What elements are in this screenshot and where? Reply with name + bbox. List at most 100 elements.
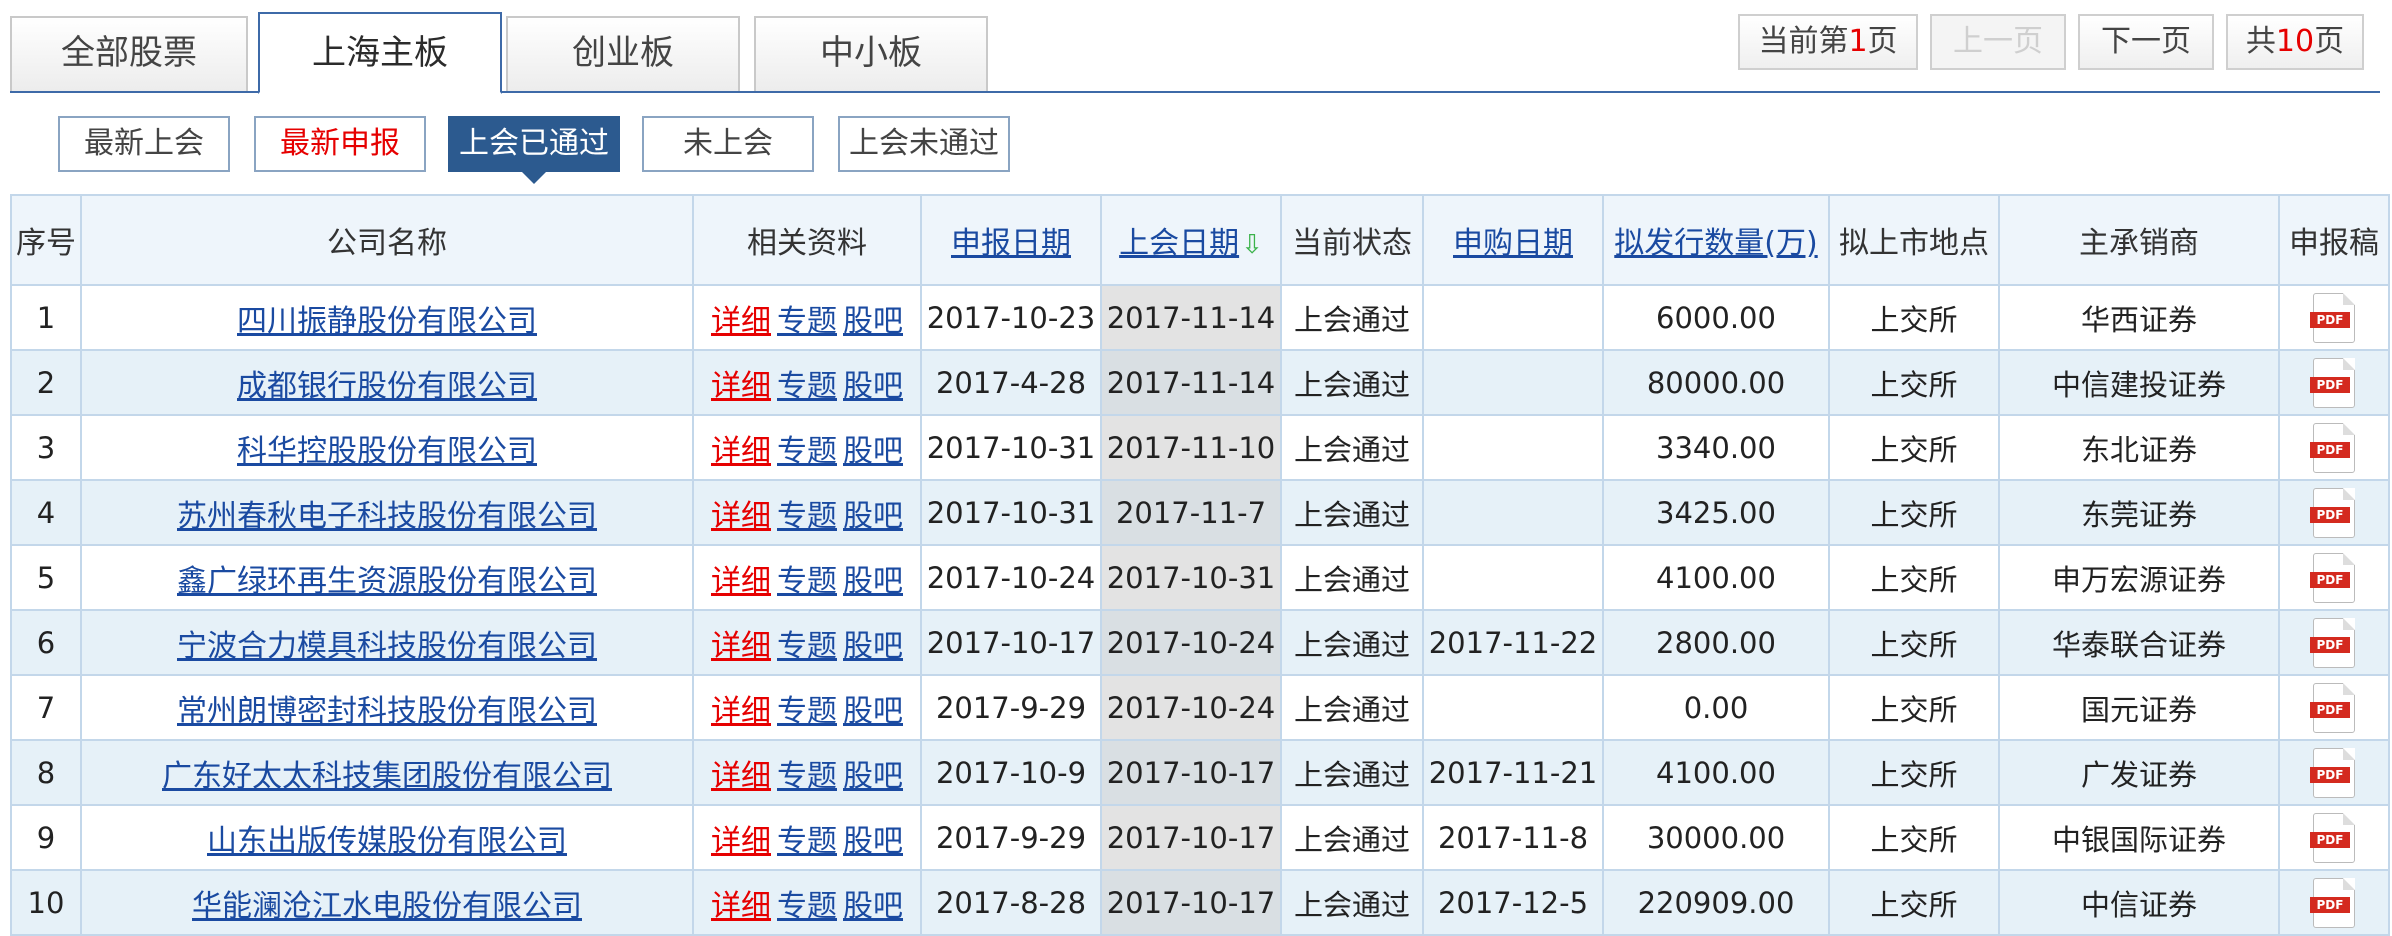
pdf-icon[interactable]: PDF <box>2310 747 2355 798</box>
cell-company: 苏州春秋电子科技股份有限公司 <box>80 479 694 546</box>
prev-page-button[interactable]: 上一页 <box>1930 14 2066 70</box>
topic-link[interactable]: 专题 <box>777 629 837 664</box>
pdf-icon[interactable]: PDF <box>2310 422 2355 473</box>
detail-link[interactable]: 详细 <box>711 304 771 339</box>
pdf-icon-label: PDF <box>2310 636 2350 653</box>
pdf-icon[interactable]: PDF <box>2310 617 2355 668</box>
cell-subscribe-date <box>1422 349 1604 416</box>
sort-issue-amount-link[interactable]: 拟发行数量(万) <box>1614 226 1817 261</box>
topic-link[interactable]: 专题 <box>777 759 837 794</box>
header-subscribe-date[interactable]: 申购日期 <box>1422 194 1604 286</box>
pdf-icon[interactable]: PDF <box>2310 552 2355 603</box>
topic-link[interactable]: 专题 <box>777 434 837 469</box>
topic-link[interactable]: 专题 <box>777 889 837 924</box>
detail-link[interactable]: 详细 <box>711 369 771 404</box>
topic-link[interactable]: 专题 <box>777 369 837 404</box>
cell-status: 上会通过 <box>1280 414 1424 481</box>
cell-status: 上会通过 <box>1280 869 1424 936</box>
filter-not-reviewed[interactable]: 未上会 <box>642 116 814 172</box>
tab-sme-board[interactable]: 中小板 <box>754 16 988 92</box>
cell-apply-date: 2017-10-24 <box>920 544 1102 611</box>
sort-apply-date-link[interactable]: 申报日期 <box>951 226 1071 261</box>
cell-docs: 详细 专题 股吧 <box>692 609 922 676</box>
header-meeting-date[interactable]: 上会日期⇩ <box>1100 194 1282 286</box>
cell-meeting-date: 2017-11-10 <box>1100 414 1282 481</box>
forum-link[interactable]: 股吧 <box>843 824 903 859</box>
cell-filing: PDF <box>2278 869 2390 936</box>
topic-link[interactable]: 专题 <box>777 304 837 339</box>
pdf-icon-label: PDF <box>2310 831 2350 848</box>
header-issue-amount[interactable]: 拟发行数量(万) <box>1602 194 1830 286</box>
topic-link[interactable]: 专题 <box>777 564 837 599</box>
topic-link[interactable]: 专题 <box>777 499 837 534</box>
detail-link[interactable]: 详细 <box>711 889 771 924</box>
cell-underwriter: 国元证券 <box>1998 674 2280 741</box>
cell-status: 上会通过 <box>1280 609 1424 676</box>
cell-issue-amount: 3340.00 <box>1602 414 1830 481</box>
forum-link[interactable]: 股吧 <box>843 759 903 794</box>
cell-subscribe-date <box>1422 479 1604 546</box>
sort-descending-icon: ⇩ <box>1241 230 1263 260</box>
cell-underwriter: 申万宏源证券 <box>1998 544 2280 611</box>
cell-filing: PDF <box>2278 674 2390 741</box>
forum-link[interactable]: 股吧 <box>843 434 903 469</box>
forum-link[interactable]: 股吧 <box>843 629 903 664</box>
table-row: 5 鑫广绿环再生资源股份有限公司 详细 专题 股吧 2017-10-24 2017-10-3… <box>10 544 2390 611</box>
filter-latest-filing[interactable]: 最新申报 <box>254 116 426 172</box>
detail-link[interactable]: 详细 <box>711 629 771 664</box>
company-link[interactable]: 常州朗博密封科技股份有限公司 <box>177 694 597 729</box>
filter-latest-meeting[interactable]: 最新上会 <box>58 116 230 172</box>
cell-apply-date: 2017-10-31 <box>920 479 1102 546</box>
pdf-icon[interactable]: PDF <box>2310 682 2355 733</box>
pdf-icon[interactable]: PDF <box>2310 292 2355 343</box>
cell-issue-amount: 30000.00 <box>1602 804 1830 871</box>
forum-link[interactable]: 股吧 <box>843 889 903 924</box>
company-link[interactable]: 四川振静股份有限公司 <box>237 304 537 339</box>
cell-company: 华能澜沧江水电股份有限公司 <box>80 869 694 936</box>
company-link[interactable]: 宁波合力模具科技股份有限公司 <box>177 629 597 664</box>
company-link[interactable]: 科华控股股份有限公司 <box>237 434 537 469</box>
filter-rejected[interactable]: 上会未通过 <box>838 116 1010 172</box>
cell-issue-amount: 2800.00 <box>1602 609 1830 676</box>
sort-subscribe-date-link[interactable]: 申购日期 <box>1453 226 1573 261</box>
detail-link[interactable]: 详细 <box>711 434 771 469</box>
detail-link[interactable]: 详细 <box>711 694 771 729</box>
header-apply-date[interactable]: 申报日期 <box>920 194 1102 286</box>
company-link[interactable]: 山东出版传媒股份有限公司 <box>207 824 567 859</box>
tab-all-stocks[interactable]: 全部股票 <box>10 16 248 92</box>
detail-link[interactable]: 详细 <box>711 564 771 599</box>
forum-link[interactable]: 股吧 <box>843 369 903 404</box>
next-page-button[interactable]: 下一页 <box>2078 14 2214 70</box>
forum-link[interactable]: 股吧 <box>843 304 903 339</box>
company-link[interactable]: 苏州春秋电子科技股份有限公司 <box>177 499 597 534</box>
cell-underwriter: 华泰联合证券 <box>1998 609 2280 676</box>
pdf-icon[interactable]: PDF <box>2310 877 2355 928</box>
cell-exchange: 上交所 <box>1828 869 2000 936</box>
company-link[interactable]: 华能澜沧江水电股份有限公司 <box>192 889 582 924</box>
forum-link[interactable]: 股吧 <box>843 564 903 599</box>
cell-meeting-date: 2017-10-24 <box>1100 674 1282 741</box>
cell-apply-date: 2017-9-29 <box>920 804 1102 871</box>
company-link[interactable]: 鑫广绿环再生资源股份有限公司 <box>177 564 597 599</box>
cell-exchange: 上交所 <box>1828 674 2000 741</box>
sort-meeting-date-link[interactable]: 上会日期 <box>1119 226 1239 261</box>
tab-shanghai-main-board[interactable]: 上海主板 <box>258 12 502 94</box>
forum-link[interactable]: 股吧 <box>843 499 903 534</box>
company-link[interactable]: 广东好太太科技集团股份有限公司 <box>162 759 612 794</box>
company-link[interactable]: 成都银行股份有限公司 <box>237 369 537 404</box>
detail-link[interactable]: 详细 <box>711 824 771 859</box>
cell-status: 上会通过 <box>1280 544 1424 611</box>
cell-exchange: 上交所 <box>1828 609 2000 676</box>
detail-link[interactable]: 详细 <box>711 759 771 794</box>
pdf-icon[interactable]: PDF <box>2310 812 2355 863</box>
forum-link[interactable]: 股吧 <box>843 694 903 729</box>
cell-issue-amount: 4100.00 <box>1602 544 1830 611</box>
cell-underwriter: 东北证券 <box>1998 414 2280 481</box>
pdf-icon[interactable]: PDF <box>2310 357 2355 408</box>
topic-link[interactable]: 专题 <box>777 824 837 859</box>
detail-link[interactable]: 详细 <box>711 499 771 534</box>
filter-approved[interactable]: 上会已通过 <box>448 116 620 184</box>
pdf-icon[interactable]: PDF <box>2310 487 2355 538</box>
topic-link[interactable]: 专题 <box>777 694 837 729</box>
tab-chinext[interactable]: 创业板 <box>506 16 740 92</box>
